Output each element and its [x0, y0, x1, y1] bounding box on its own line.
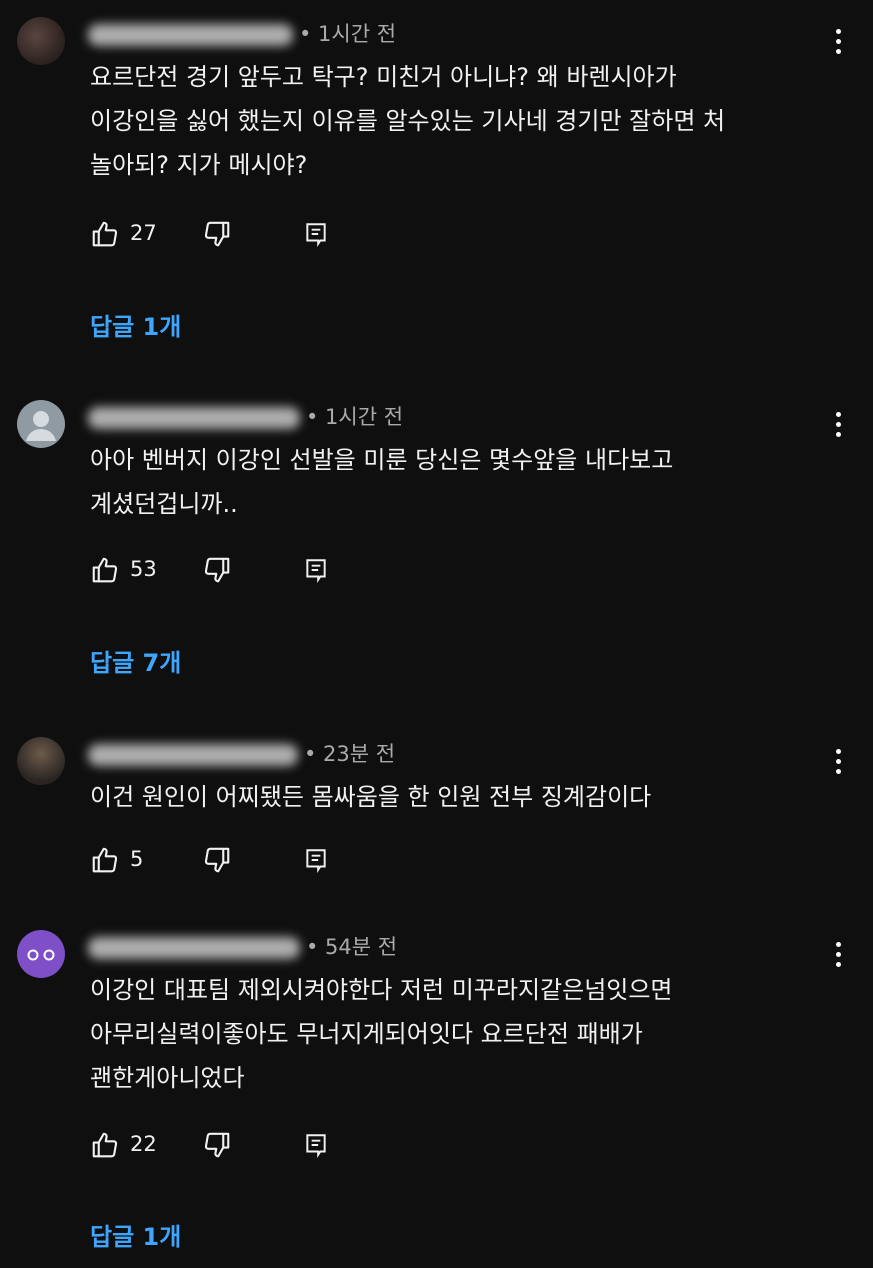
comment-meta: • 1시간 전 — [88, 20, 396, 48]
comment-text: 이건 원인이 어찌됐든 몸싸움을 한 인원 전부 징계감이다 — [90, 783, 652, 811]
replies-toggle[interactable]: 답글 1개 — [90, 1217, 181, 1252]
comment-reply-icon[interactable] — [303, 557, 329, 583]
comment-actions: 22 — [90, 1130, 350, 1160]
like-count: 53 — [130, 557, 157, 581]
comment-reply-icon[interactable] — [303, 221, 329, 247]
comment-actions: 5 — [90, 845, 350, 875]
more-vert-icon[interactable] — [833, 29, 843, 57]
thumbs-up-icon[interactable] — [90, 555, 120, 585]
avatar[interactable] — [17, 737, 65, 785]
blurred-author-name[interactable] — [88, 937, 300, 959]
comment-meta: • 1시간 전 — [88, 403, 403, 431]
comment-time: • 1시간 전 — [299, 22, 397, 46]
blurred-author-name[interactable] — [88, 407, 300, 429]
avatar[interactable] — [17, 400, 65, 448]
comment-reply-icon[interactable] — [303, 847, 329, 873]
comment-reply-icon[interactable] — [303, 1132, 329, 1158]
thumbs-down-icon[interactable] — [202, 1130, 232, 1160]
replies-toggle[interactable]: 답글 7개 — [90, 643, 181, 678]
thumbs-down-icon[interactable] — [202, 845, 232, 875]
thumbs-down-icon[interactable] — [202, 555, 232, 585]
thumbs-up-icon[interactable] — [90, 845, 120, 875]
blurred-author-name[interactable] — [88, 24, 293, 46]
comment-text: 요르단전 경기 앞두고 탁구? 미친거 아니냐? 왜 바렌시아가 이강인을 싫어… — [90, 63, 726, 179]
default-user-icon — [26, 411, 56, 441]
blurred-author-name[interactable] — [88, 744, 298, 766]
comment-actions: 27 — [90, 219, 350, 249]
thumbs-up-icon[interactable] — [90, 1130, 120, 1160]
like-count: 27 — [130, 221, 157, 245]
avatar[interactable] — [17, 930, 65, 978]
comment-text: 이강인 대표팀 제외시켜야한다 저런 미꾸라지같은넘잇으면 아무리실력이좋아도 … — [90, 976, 673, 1092]
comment-meta: • 23분 전 — [88, 740, 395, 768]
comment-text: 아아 벤버지 이강인 선발을 미룬 당신은 몇수앞을 내다보고 계셨던겁니까.. — [90, 446, 674, 518]
more-vert-icon[interactable] — [833, 942, 843, 970]
thumbs-down-icon[interactable] — [202, 219, 232, 249]
more-vert-icon[interactable] — [833, 412, 843, 440]
more-vert-icon[interactable] — [833, 749, 843, 777]
avatar[interactable] — [17, 17, 65, 65]
like-count: 5 — [130, 847, 144, 871]
initials-avatar-icon — [27, 949, 55, 961]
replies-toggle[interactable]: 답글 1개 — [90, 307, 181, 342]
comment-meta: • 54분 전 — [88, 933, 397, 961]
comment-time: • 1시간 전 — [306, 405, 404, 429]
comment-actions: 53 — [90, 555, 350, 585]
thumbs-up-icon[interactable] — [90, 219, 120, 249]
like-count: 22 — [130, 1132, 157, 1156]
comment-time: • 23분 전 — [304, 742, 396, 766]
comment-time: • 54분 전 — [306, 935, 398, 959]
